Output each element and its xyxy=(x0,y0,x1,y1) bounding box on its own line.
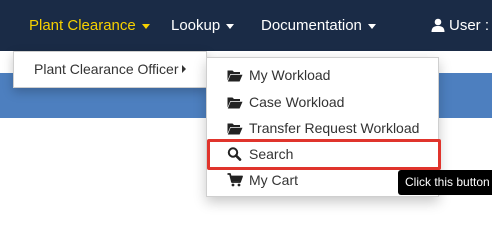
menu-item-search[interactable]: Search xyxy=(207,141,438,167)
menu-item-plant-clearance-officer[interactable]: Plant Clearance Officer xyxy=(14,52,206,87)
nav-user[interactable]: User : xyxy=(431,0,489,51)
menu-item-label: Case Workload xyxy=(249,94,345,110)
folder-open-icon xyxy=(227,97,243,109)
menu-item-label: Plant Clearance Officer xyxy=(34,61,179,77)
tooltip-text: Click this button xyxy=(405,175,490,189)
nav-documentation-label: Documentation xyxy=(261,17,362,34)
menu-item-label: My Workload xyxy=(249,67,331,83)
chevron-down-icon xyxy=(226,23,235,29)
search-icon xyxy=(227,147,242,161)
cart-icon xyxy=(227,173,243,187)
nav-documentation[interactable]: Documentation xyxy=(261,0,376,51)
chevron-right-icon xyxy=(182,65,186,73)
nav-plant-clearance-label: Plant Clearance xyxy=(29,17,136,34)
user-icon xyxy=(431,18,445,32)
folder-open-icon xyxy=(227,70,243,82)
top-navbar: Plant Clearance Lookup Documentation Use… xyxy=(0,0,492,51)
nav-lookup-label: Lookup xyxy=(171,17,221,34)
chevron-down-icon xyxy=(367,23,376,29)
folder-open-icon xyxy=(227,123,243,135)
menu-item-transfer-request-workload[interactable]: Transfer Request Workload xyxy=(207,115,438,141)
menu-item-case-workload[interactable]: Case Workload xyxy=(207,89,438,115)
plant-clearance-dropdown: Plant Clearance Officer xyxy=(13,51,207,88)
nav-plant-clearance[interactable]: Plant Clearance xyxy=(29,0,150,51)
nav-lookup[interactable]: Lookup xyxy=(171,0,235,51)
user-label: User : xyxy=(449,17,490,34)
tooltip: Click this button xyxy=(398,170,492,195)
menu-item-label: Search xyxy=(249,146,294,162)
menu-item-label: My Cart xyxy=(249,172,298,188)
menu-item-label: Transfer Request Workload xyxy=(249,120,420,136)
chevron-down-icon xyxy=(141,23,150,29)
menu-item-my-workload[interactable]: My Workload xyxy=(207,62,438,88)
